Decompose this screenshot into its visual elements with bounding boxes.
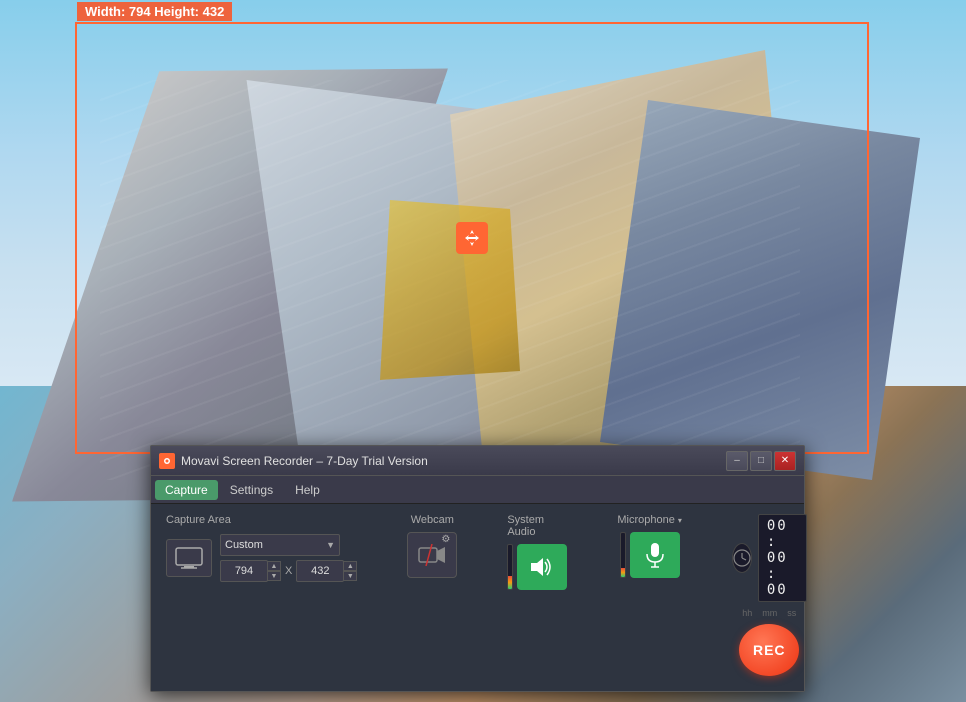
capture-controls: Custom ▼ 794 ▲ ▼: [166, 534, 357, 582]
window-title: Movavi Screen Recorder – 7-Day Trial Ver…: [181, 454, 726, 468]
capture-area-label: Capture Area: [166, 514, 357, 526]
webcam-settings-icon[interactable]: ⚙: [441, 534, 455, 548]
capture-area-section: Capture Area Custom ▼: [166, 514, 357, 582]
webcam-section: Webcam ⚙: [407, 514, 457, 578]
menu-bar: Capture Settings Help: [151, 476, 804, 504]
dimension-separator: X: [285, 565, 292, 577]
preset-label: Custom: [225, 539, 263, 551]
width-input[interactable]: 794: [220, 560, 268, 582]
microphone-section: Microphone ▾: [617, 514, 682, 578]
timer-row: 00 : 00 : 00: [732, 514, 807, 602]
mic-audio-level: [620, 532, 626, 578]
timer-display: 00 : 00 : 00: [758, 514, 807, 602]
height-down-button[interactable]: ▼: [343, 571, 357, 581]
dropdown-arrow: ▼: [326, 540, 335, 550]
timer-rec-section: 00 : 00 : 00 hh mm ss REC: [732, 514, 807, 676]
maximize-button[interactable]: □: [750, 451, 772, 471]
webcam-label: Webcam: [411, 514, 454, 526]
close-button[interactable]: ✕: [774, 451, 796, 471]
microphone-label: Microphone ▾: [617, 514, 682, 526]
width-down-button[interactable]: ▼: [267, 571, 281, 581]
width-spinners: ▲ ▼: [267, 561, 281, 581]
monitor-icon: [175, 547, 203, 569]
system-audio-label: System Audio: [507, 514, 567, 538]
width-up-button[interactable]: ▲: [267, 561, 281, 571]
rec-button[interactable]: REC: [739, 624, 799, 676]
microphone-button[interactable]: [630, 532, 680, 578]
system-audio-level: [507, 544, 513, 590]
clock-icon: [732, 543, 752, 573]
capture-preset-controls: Custom ▼ 794 ▲ ▼: [220, 534, 357, 582]
menu-help[interactable]: Help: [285, 480, 330, 500]
menu-settings[interactable]: Settings: [220, 480, 283, 500]
menu-capture[interactable]: Capture: [155, 480, 218, 500]
main-content: Capture Area Custom ▼: [151, 504, 804, 691]
height-spinners: ▲ ▼: [343, 561, 357, 581]
audio-level-fill: [508, 576, 512, 589]
app-icon: [159, 453, 175, 469]
height-input[interactable]: 432: [296, 560, 344, 582]
speaker-icon: [529, 556, 555, 578]
screen-icon-button[interactable]: [166, 539, 212, 577]
system-audio-button[interactable]: [517, 544, 567, 590]
system-audio-section: System Audio: [507, 514, 567, 590]
title-bar: Movavi Screen Recorder – 7-Day Trial Ver…: [151, 446, 804, 476]
microphone-icon: [644, 542, 666, 568]
minimize-button[interactable]: –: [726, 451, 748, 471]
mic-level-fill: [621, 568, 625, 577]
timer-labels: hh mm ss: [742, 608, 796, 618]
height-up-button[interactable]: ▲: [343, 561, 357, 571]
clock-svg: [733, 549, 751, 567]
preset-dropdown[interactable]: Custom ▼: [220, 534, 340, 556]
rec-label: REC: [753, 642, 786, 658]
app-window: Movavi Screen Recorder – 7-Day Trial Ver…: [150, 445, 805, 692]
window-controls: – □ ✕: [726, 451, 796, 471]
dimensions-row: 794 ▲ ▼ X 432: [220, 560, 357, 582]
